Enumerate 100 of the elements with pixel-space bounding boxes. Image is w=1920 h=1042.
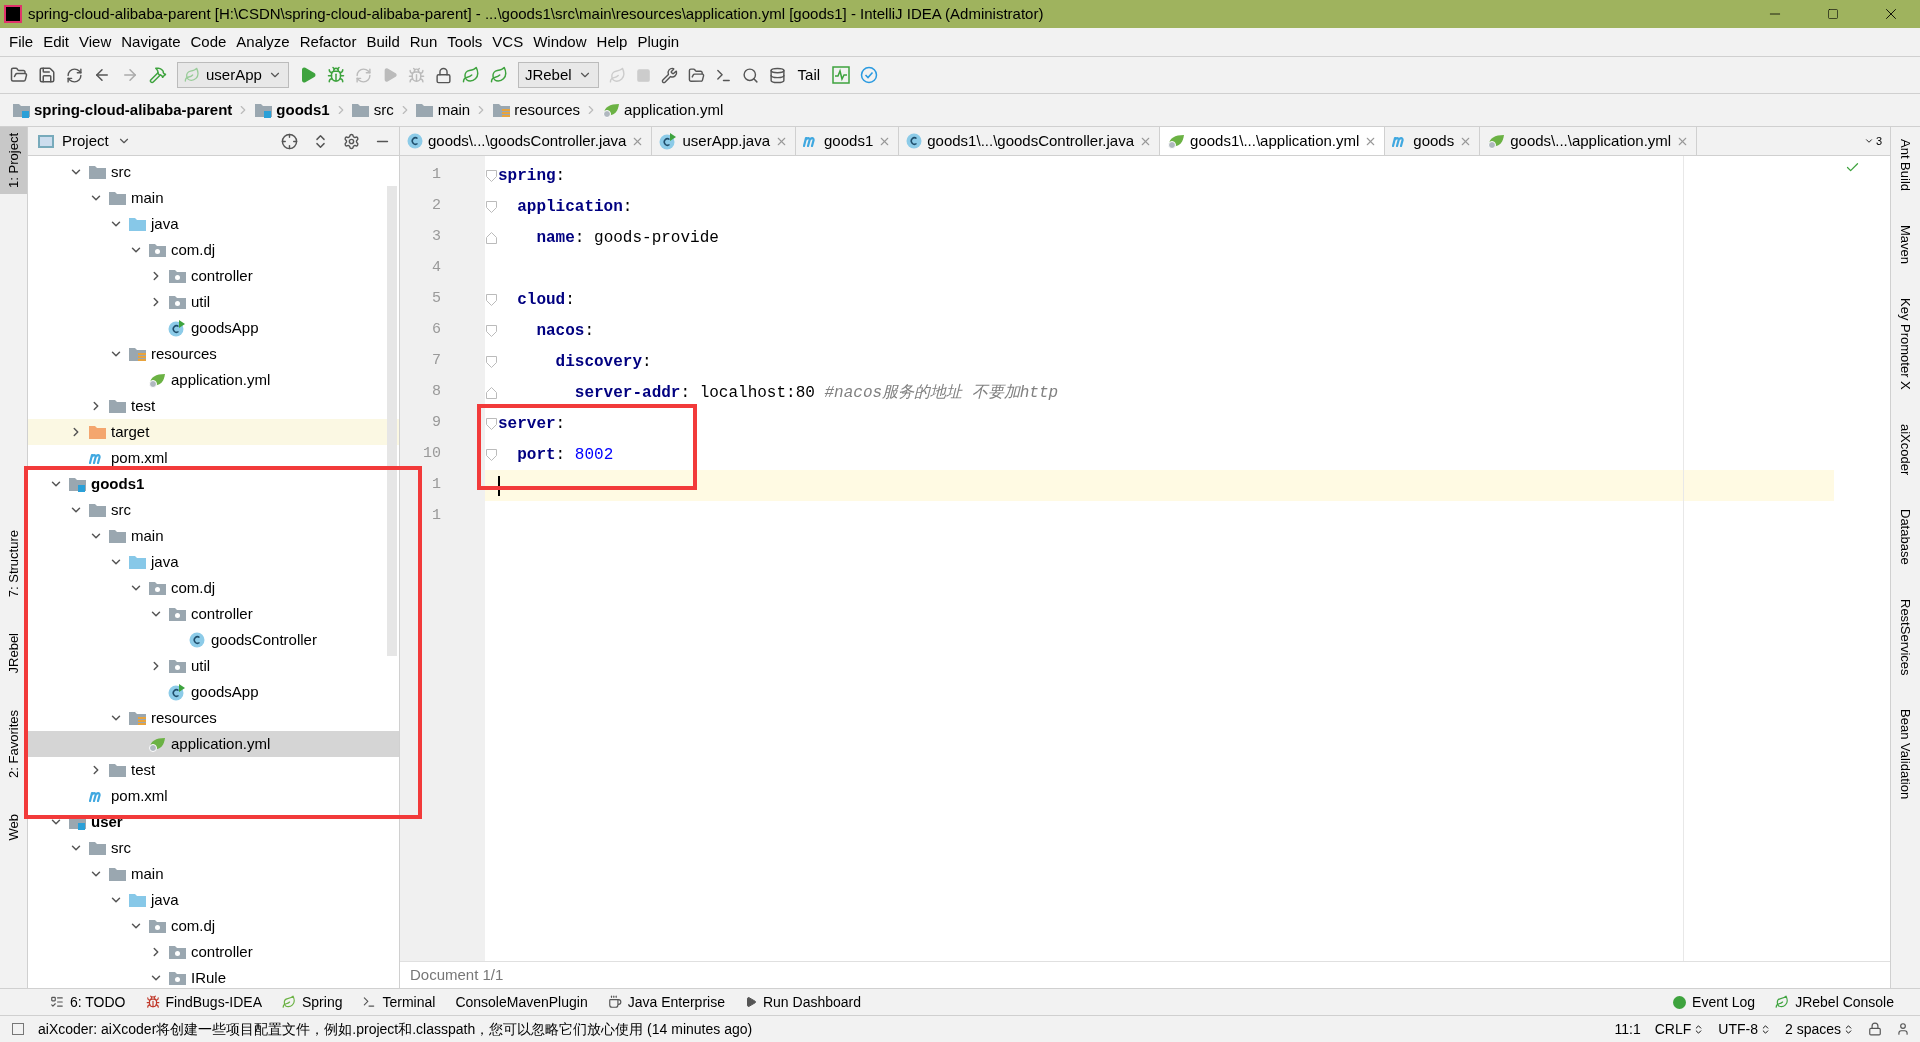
menu-item[interactable]: Tools [442,30,488,54]
stack-icon[interactable] [768,66,786,84]
tool-window-tab[interactable]: Database [1895,509,1916,565]
breadcrumb-item[interactable]: application.yml [624,98,724,122]
tool-window-tab[interactable]: 6: TODO [40,991,136,1013]
tree-item[interactable]: util [28,289,399,315]
fold-marker-icon[interactable] [485,169,497,182]
tree-item[interactable]: src [28,159,399,185]
fold-marker-icon[interactable] [485,231,497,244]
open-folder-icon[interactable] [10,66,28,84]
tool-window-tab[interactable]: Terminal [352,991,446,1013]
settings-icon[interactable] [343,132,360,150]
line-separator-selector[interactable]: CRLF [1654,1018,1705,1040]
tool-window-tab[interactable]: Spring [272,991,353,1013]
tree-item[interactable]: java [28,549,399,575]
sync-icon[interactable] [66,66,83,84]
caret-position[interactable]: 11:1 [1614,1018,1641,1040]
fold-marker-icon[interactable] [485,200,497,213]
tool-window-tab[interactable]: 2: Favorites [0,703,27,784]
breadcrumb-item[interactable]: main [437,98,471,122]
tree-item[interactable]: java [28,887,399,913]
editor-tab[interactable]: goods1\...\application.yml [1160,127,1386,155]
wrench-icon[interactable] [660,66,678,84]
locate-icon[interactable] [281,132,298,150]
menu-item[interactable]: Help [591,30,633,54]
tree-item[interactable]: controller [28,601,399,627]
tree-item[interactable]: resources [28,705,399,731]
save-icon[interactable] [38,66,56,84]
menu-item[interactable]: Analyze [231,30,295,54]
fold-marker-icon[interactable] [485,417,497,430]
tab-overflow-button[interactable]: 3 [1855,127,1890,155]
tool-window-tab[interactable]: Run Dashboard [734,991,872,1013]
check-circle-icon[interactable] [860,66,879,84]
breadcrumb-item[interactable]: src [373,98,394,122]
breadcrumb-item[interactable]: goods1 [276,98,330,122]
tree-item[interactable]: application.yml [28,367,399,393]
lock-icon[interactable] [1868,1022,1882,1036]
tree-item[interactable]: main [28,523,399,549]
fold-marker-icon[interactable] [485,386,497,399]
menu-item[interactable]: Edit [38,30,75,54]
menu-item[interactable]: Refactor [294,30,362,54]
run-configuration-dropdown[interactable]: userApp [177,62,289,88]
tree-item[interactable]: test [28,757,399,783]
fold-marker-icon[interactable] [485,293,497,306]
tree-item[interactable]: src [28,835,399,861]
tool-window-tab[interactable]: Web [0,807,27,846]
menu-item[interactable]: Navigate [116,30,186,54]
tree-item[interactable]: pom.xml [28,445,399,471]
tree-item[interactable]: com.dj [28,575,399,601]
tool-window-tab[interactable]: Bean Validation [1895,709,1916,800]
tree-item[interactable]: java [28,211,399,237]
tool-window-tab[interactable]: Key Promoter X [1895,298,1916,390]
tail-button[interactable]: Tail [795,63,823,87]
tree-item[interactable]: pom.xml [28,783,399,809]
tool-window-tab[interactable]: JRebel [0,627,27,680]
tree-item[interactable]: com.dj [28,237,399,263]
breadcrumb-item[interactable]: resources [514,98,581,122]
tool-window-tab[interactable]: Java Enterprise [597,991,735,1013]
menu-item[interactable]: View [74,30,117,54]
search-icon[interactable] [741,66,759,84]
tree-item[interactable]: main [28,185,399,211]
tool-window-tab[interactable]: ConsoleMavenPlugin [445,991,598,1013]
fold-marker-icon[interactable] [485,324,497,337]
tree-item[interactable]: target [28,419,399,445]
tree-item[interactable]: resources [28,341,399,367]
restore-icon[interactable] [1827,8,1839,20]
tree-item[interactable]: controller [28,939,399,965]
indent-selector[interactable]: 2 spaces [1784,1018,1854,1040]
tree-item[interactable]: goodsApp [28,679,399,705]
breadcrumb-item[interactable]: spring-cloud-alibaba-parent [34,98,233,122]
tree-item[interactable]: IRule [28,965,399,988]
tool-window-tab[interactable]: RestServices [1895,598,1916,676]
tool-window-tab[interactable]: 1: Project [0,127,27,194]
leaf-run-icon[interactable] [461,66,480,84]
tool-window-tab[interactable]: 7: Structure [0,523,27,604]
scrollbar[interactable] [387,186,397,656]
status-toggle-icon[interactable] [12,1023,24,1035]
encoding-selector[interactable]: UTF-8 [1718,1018,1771,1040]
menu-item[interactable]: Window [528,30,592,54]
tree-item[interactable]: application.yml [28,731,399,757]
person-icon[interactable] [1896,1022,1910,1036]
menu-item[interactable]: Code [185,30,232,54]
fold-marker-icon[interactable] [485,355,497,368]
menu-item[interactable]: VCS [487,30,529,54]
tree-item[interactable]: com.dj [28,913,399,939]
fold-marker-icon[interactable] [485,448,497,461]
menu-item[interactable]: Run [404,30,443,54]
menu-item[interactable]: Plugin [632,30,685,54]
tool-window-tab[interactable]: FindBugs-IDEA [135,991,272,1013]
tree-item[interactable]: main [28,861,399,887]
tool-window-tab[interactable]: aiXcoder [1895,423,1916,476]
debug-icon[interactable] [326,66,345,84]
pulse-chart-icon[interactable] [832,66,851,84]
leaf-debug-icon[interactable] [489,66,508,84]
menu-item[interactable]: File [4,30,39,54]
tool-window-tab[interactable]: Event Log [1663,991,1766,1013]
tree-item[interactable]: goods1 [28,471,399,497]
tree-item[interactable]: goodsController [28,627,399,653]
tool-window-tab[interactable]: Ant Build [1895,139,1916,192]
tree-item[interactable]: goodsApp [28,315,399,341]
